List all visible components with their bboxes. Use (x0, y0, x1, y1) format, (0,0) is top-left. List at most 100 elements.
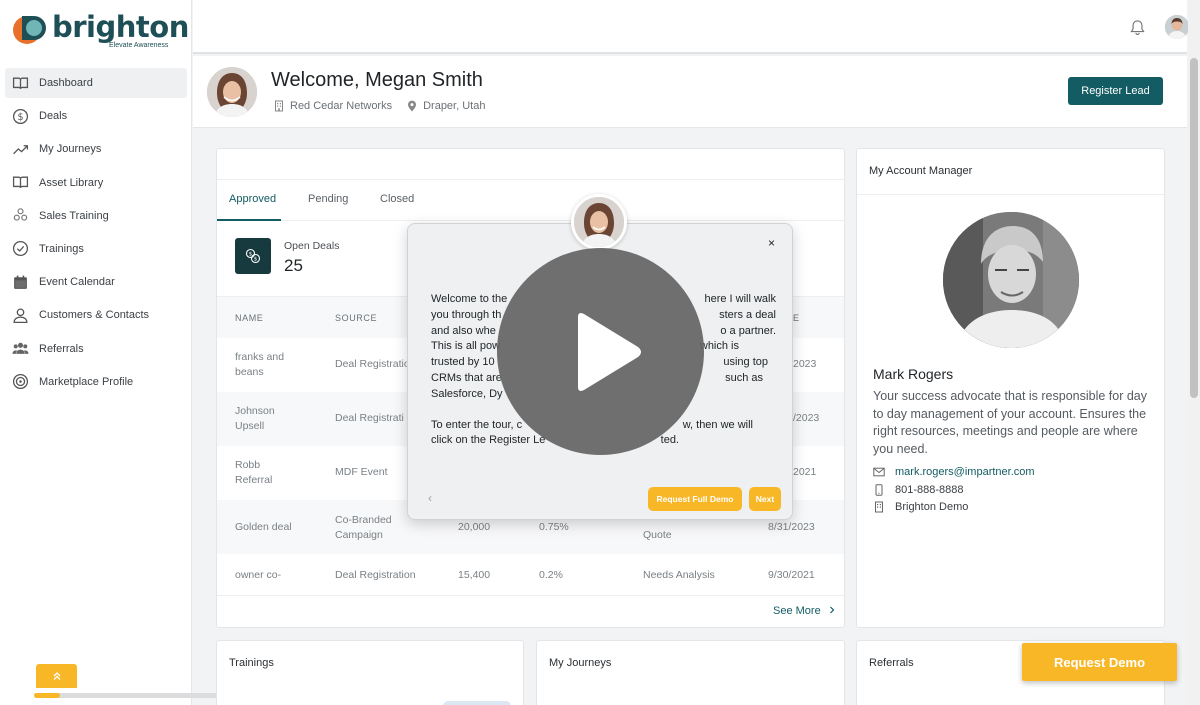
sidebar-item-label: Customers & Contacts (39, 309, 150, 322)
video-play-button[interactable] (497, 248, 704, 455)
manager-email[interactable]: mark.rogers@impartner.com (895, 466, 1035, 478)
deal-source: Deal Registration (335, 569, 416, 581)
manager-email-row[interactable]: mark.rogers@impartner.com (873, 466, 1035, 478)
tab-closed[interactable]: Closed (380, 193, 414, 205)
deal-amount: 15,400 (458, 569, 491, 581)
deal-name: franks and beans (235, 351, 285, 378)
tour-text-line: trusted by 10 (431, 356, 495, 369)
brighton-logo[interactable]: brighton Elevate Awareness (12, 10, 189, 52)
chevron-right-icon (829, 606, 835, 614)
profile-avatar (207, 67, 257, 117)
svg-text:$: $ (249, 252, 253, 258)
tour-text-line: To enter the tour, c (431, 418, 523, 431)
logo-mark-icon (13, 16, 46, 44)
sidebar-item-event-calendar[interactable]: Event Calendar (5, 267, 187, 297)
open-deals-count: 25 (284, 256, 303, 275)
tour-text-line: This is all pow (431, 340, 501, 353)
group-icon (12, 342, 29, 354)
request-full-demo-button[interactable]: Request Full Demo (648, 487, 742, 511)
trainings-card: Trainings (216, 640, 524, 705)
tab-approved[interactable]: Approved (229, 193, 276, 205)
deal-amount: 20,000 (458, 521, 491, 533)
tour-text-line: click on the Register Le (431, 434, 546, 447)
sidebar-nav: Dashboard $ Deals My Journeys Asset Libr… (5, 68, 187, 400)
sidebar-item-label: My Journeys (39, 143, 102, 156)
column-header-name[interactable]: NAME (235, 313, 263, 323)
table-row[interactable]: owner co- Deal Registration 15,400 0.2% … (217, 554, 844, 608)
tour-text-line: which is (699, 340, 739, 353)
sidebar-item-asset-library[interactable]: Asset Library (5, 168, 187, 198)
tour-text-line: Salesforce, Dy (431, 387, 503, 400)
horizontal-scrollbar-thumb[interactable] (34, 693, 60, 698)
divider (857, 194, 1164, 195)
next-step-button[interactable]: Next (749, 487, 781, 511)
tour-text-line: ted. (660, 434, 679, 447)
training-icon (13, 208, 28, 221)
column-header-date[interactable]: E (793, 313, 800, 323)
deal-date: 2021 (793, 466, 817, 478)
manager-company-row: Brighton Demo (873, 501, 968, 513)
tour-text-line: Welcome to the (431, 293, 508, 305)
register-lead-button[interactable]: Register Lead (1068, 77, 1163, 105)
sidebar-item-referrals[interactable]: Referrals (5, 334, 187, 364)
sidebar-item-sales-training[interactable]: Sales Training (5, 201, 187, 231)
manager-phone-row: 801-888-8888 (873, 484, 964, 496)
sidebar-item-label: Asset Library (39, 176, 104, 189)
tour-text-line: CRMs that are (431, 371, 502, 384)
sidebar-item-trainings[interactable]: Trainings (5, 234, 187, 264)
page-scrollbar-thumb[interactable] (1190, 58, 1198, 398)
sidebar-item-my-journeys[interactable]: My Journeys (5, 134, 187, 164)
building-icon (875, 501, 883, 513)
dollar-circle-icon: $ (12, 108, 29, 124)
account-manager-card: My Account Manager Mark Rogers Your succ… (856, 148, 1165, 628)
avatar-image (207, 67, 257, 117)
column-header-source[interactable]: SOURCE (335, 313, 377, 323)
deal-date: /2023 (793, 412, 820, 424)
top-bar (193, 0, 1189, 54)
deal-source: Deal Registratio (335, 358, 410, 370)
sidebar-item-label: Sales Training (39, 209, 109, 222)
table-divider (217, 595, 844, 596)
scroll-top-button[interactable] (36, 664, 77, 688)
sidebar-item-marketplace-profile[interactable]: Marketplace Profile (5, 367, 187, 397)
deal-source: Co-Branded Campaign (335, 514, 392, 541)
sidebar-item-deals[interactable]: $ Deals (5, 101, 187, 131)
book-icon (12, 77, 29, 89)
tour-text-line: and also whe (431, 324, 496, 337)
open-deals-label: Open Deals (284, 240, 340, 252)
see-more-link[interactable]: See More (773, 605, 836, 617)
user-meta: Red Cedar Networks Draper, Utah (273, 100, 485, 112)
user-avatar[interactable] (1165, 15, 1189, 39)
tab-pending[interactable]: Pending (308, 193, 348, 205)
logo-tagline: Elevate Awareness (109, 42, 169, 49)
sidebar-item-dashboard[interactable]: Dashboard (5, 68, 187, 98)
tour-text-line: o a partner. (720, 324, 776, 337)
sidebar-item-label: Event Calendar (39, 276, 115, 289)
phone-icon (875, 484, 883, 496)
account-manager-photo (943, 212, 1079, 348)
building-icon (275, 100, 283, 112)
previous-step-button[interactable]: ‹ (428, 491, 432, 505)
close-icon[interactable]: × (768, 236, 775, 250)
double-chevron-up-icon (53, 672, 60, 680)
check-circle-icon (12, 241, 29, 257)
play-icon (577, 312, 641, 391)
manager-portrait (943, 212, 1079, 348)
company-name: Red Cedar Networks (290, 100, 393, 112)
envelope-icon (873, 467, 885, 477)
bell-icon[interactable] (1129, 19, 1146, 36)
svg-text:$: $ (254, 257, 258, 263)
tour-text-line: here I will walk (704, 293, 776, 305)
request-demo-button[interactable]: Request Demo (1022, 643, 1177, 681)
see-more-label: See More (773, 605, 821, 617)
coins-icon: $$ (245, 248, 261, 264)
tour-text-line: you through th (431, 308, 502, 321)
deal-probability: 0.2% (539, 569, 563, 581)
location: Draper, Utah (423, 100, 486, 112)
sidebar-item-customers-contacts[interactable]: Customers & Contacts (5, 300, 187, 330)
manager-description: Your success advocate that is responsibl… (873, 389, 1147, 456)
sidebar-item-label: Marketplace Profile (39, 375, 134, 388)
active-tab-indicator (217, 219, 281, 221)
deal-tabs: Approved Pending Closed (217, 179, 846, 221)
card-title: My Journeys (549, 657, 612, 669)
